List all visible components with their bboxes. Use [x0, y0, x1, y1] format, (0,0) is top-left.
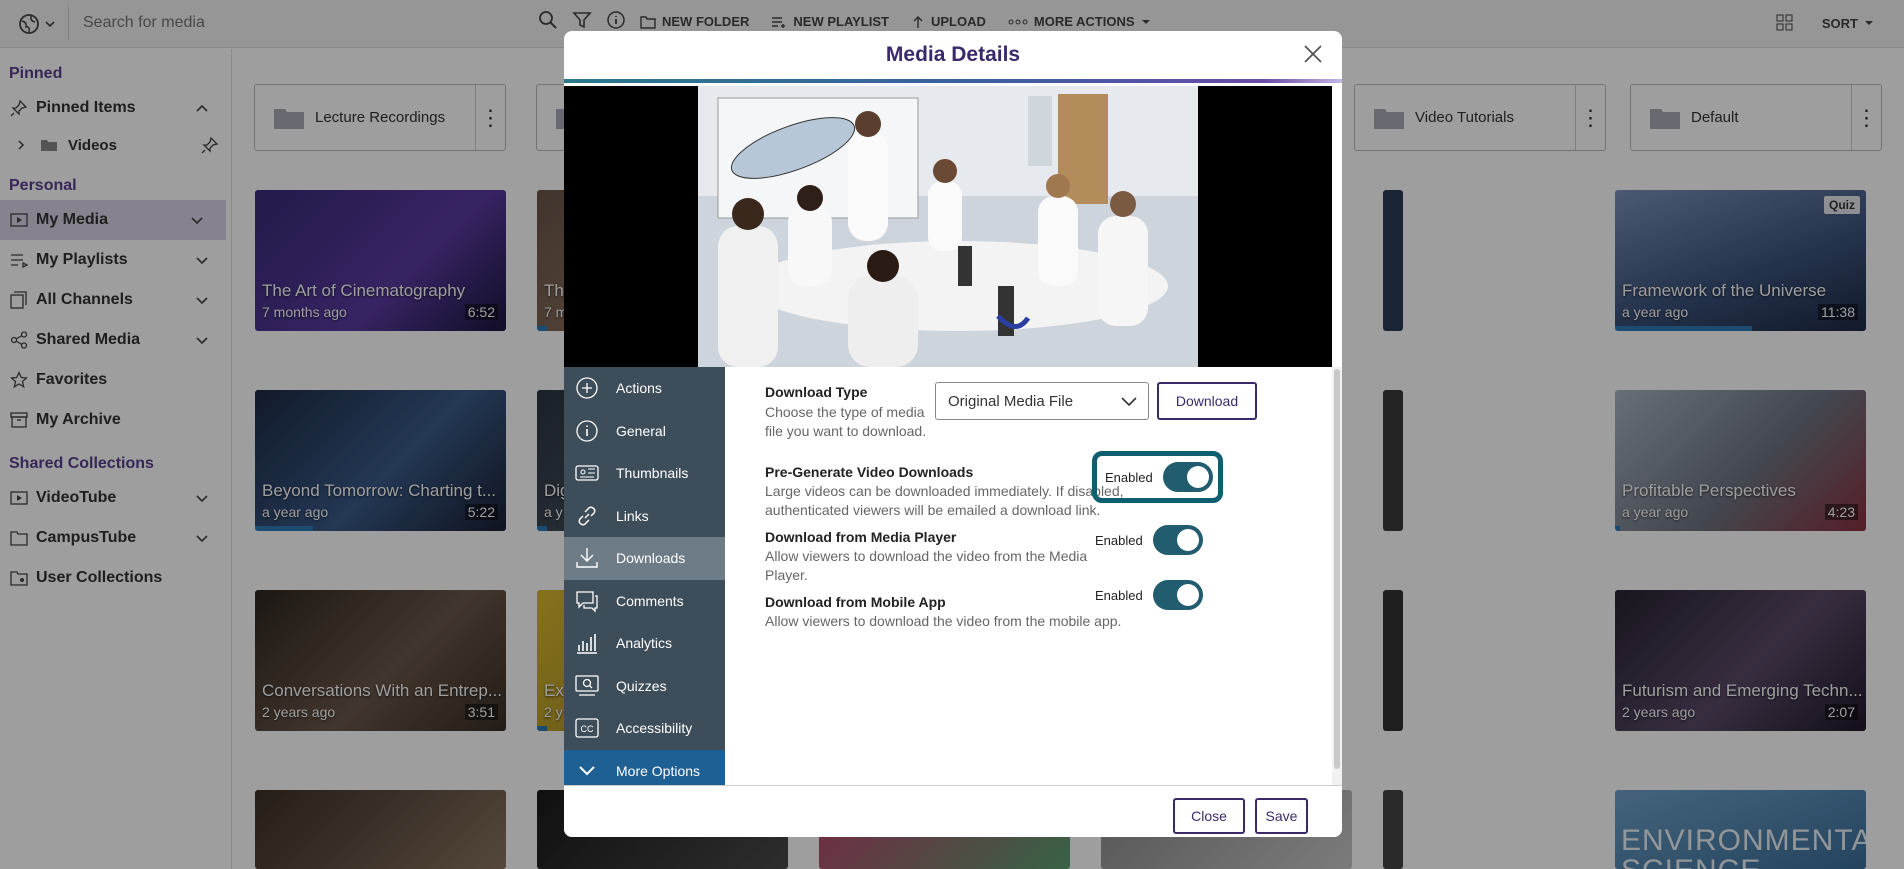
closed-captions-icon: CC — [574, 715, 600, 741]
svg-text:CC: CC — [581, 724, 594, 734]
option-label: Download from Mobile App — [765, 594, 946, 610]
dialog-nav: Actions General Thumbnails Links Downloa… — [564, 367, 725, 792]
download-type-select[interactable]: Original Media File — [935, 382, 1149, 420]
tab-label: More Options — [616, 762, 701, 779]
tab-label: Quizzes — [616, 677, 667, 694]
tab-thumbnails[interactable]: Thumbnails — [564, 452, 725, 495]
tab-quizzes[interactable]: Quizzes — [564, 665, 725, 708]
mobile-app-download-toggle[interactable]: Enabled — [1095, 576, 1203, 614]
tab-accessibility[interactable]: CC Accessibility — [564, 707, 725, 750]
thumbnails-icon — [574, 460, 600, 486]
toggle-knob — [1176, 529, 1199, 551]
downloads-panel: Download Type Choose the type of media f… — [725, 367, 1332, 785]
quiz-icon — [574, 673, 600, 699]
tab-label: General — [616, 422, 666, 439]
video-frame-image — [698, 86, 1198, 367]
accent-divider — [564, 79, 1342, 83]
toggle-state-label: Enabled — [1105, 469, 1153, 485]
tab-label: Comments — [616, 592, 684, 609]
close-button[interactable]: Close — [1173, 798, 1245, 834]
option-label: Pre-Generate Video Downloads — [765, 464, 974, 480]
toggle-state-label: Enabled — [1095, 587, 1143, 603]
tab-comments[interactable]: Comments — [564, 580, 725, 623]
plus-circle-icon — [574, 375, 600, 401]
download-type-label: Download Type — [765, 384, 868, 400]
toggle-switch[interactable] — [1152, 525, 1203, 555]
tab-actions[interactable]: Actions — [564, 367, 725, 410]
media-player-download-toggle[interactable]: Enabled — [1095, 521, 1203, 559]
chevron-down-icon — [574, 758, 600, 784]
toggle-knob — [1176, 584, 1199, 606]
toggle-knob — [1186, 466, 1209, 488]
tab-label: Accessibility — [616, 720, 693, 737]
option-description: Allow viewers to download the video from… — [765, 548, 1088, 583]
tab-general[interactable]: General — [564, 410, 725, 453]
download-icon — [574, 545, 600, 571]
download-type-value: Original Media File — [948, 392, 1074, 410]
tab-label: Links — [616, 507, 649, 524]
tab-label: Actions — [616, 380, 662, 397]
comments-icon — [574, 588, 600, 614]
tab-analytics[interactable]: Analytics — [564, 622, 725, 665]
toggle-switch[interactable] — [1162, 462, 1213, 492]
tab-label: Downloads — [616, 550, 686, 567]
scrollbar-thumb[interactable] — [1334, 369, 1340, 769]
tab-links[interactable]: Links — [564, 495, 725, 538]
link-icon — [574, 503, 600, 529]
chevron-down-icon — [1121, 397, 1137, 407]
option-label: Download from Media Player — [765, 529, 957, 545]
video-preview[interactable] — [564, 86, 1332, 367]
analytics-icon — [574, 630, 600, 656]
toggle-switch[interactable] — [1152, 580, 1203, 610]
dialog-title: Media Details — [885, 43, 1021, 66]
pre-generate-toggle[interactable]: Enabled — [1092, 451, 1223, 503]
tab-label: Thumbnails — [616, 465, 689, 482]
media-details-dialog: Media Details Actions General Thumbnails… — [564, 31, 1342, 837]
toggle-state-label: Enabled — [1095, 532, 1143, 548]
download-button[interactable]: Download — [1157, 382, 1257, 420]
option-description: Allow viewers to download the video from… — [765, 613, 1122, 629]
dialog-footer: Close Save — [564, 785, 1342, 837]
save-button[interactable]: Save — [1255, 798, 1308, 834]
download-type-description: Choose the type of media file you want t… — [765, 404, 927, 439]
tab-downloads[interactable]: Downloads — [564, 537, 725, 580]
info-icon — [574, 418, 600, 444]
close-icon[interactable] — [1300, 41, 1326, 67]
tab-label: Analytics — [616, 635, 673, 652]
